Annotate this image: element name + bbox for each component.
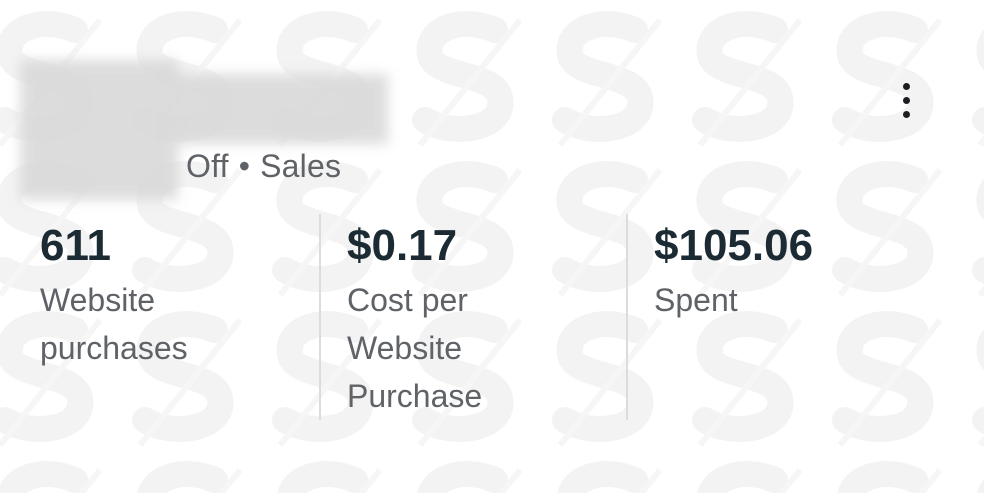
more-options-button[interactable]: [884, 78, 928, 122]
metric-label-line: Website: [40, 282, 156, 318]
more-vertical-icon-dot: [902, 110, 910, 118]
metric-label-line: purchases: [40, 330, 188, 366]
metric-value: $0.17: [347, 221, 458, 270]
campaign-status-line: Off • Sales: [186, 148, 341, 185]
metric-label-line: Website: [347, 330, 463, 366]
campaign-card: Off • Sales 611 Website purchases $0.17 Co…: [0, 0, 984, 493]
metric-label: Cost per Website Purchase: [347, 276, 607, 420]
metric-amount-spent: $105.06 Spent: [654, 220, 954, 324]
metric-value: 611: [40, 221, 111, 270]
metric-cost-per-purchase: $0.17 Cost per Website Purchase: [347, 220, 607, 420]
metric-value: $105.06: [654, 221, 814, 270]
more-vertical-icon-dot: [902, 96, 910, 104]
redacted-campaign-name: [170, 74, 388, 144]
status-text: Off: [186, 148, 229, 184]
separator-dot: •: [238, 148, 251, 184]
metric-label: Website purchases: [40, 276, 300, 372]
objective-text: Sales: [260, 148, 342, 184]
redacted-thumbnail: [20, 60, 178, 200]
metric-divider: [319, 214, 321, 420]
metric-label-line: Cost per: [347, 282, 468, 318]
metric-website-purchases: 611 Website purchases: [40, 220, 300, 372]
more-vertical-icon: [902, 82, 910, 90]
metric-label-line: Purchase: [347, 378, 483, 414]
metric-divider: [626, 214, 628, 420]
metric-label: Spent: [654, 276, 954, 324]
metric-label-line: Spent: [654, 282, 738, 318]
